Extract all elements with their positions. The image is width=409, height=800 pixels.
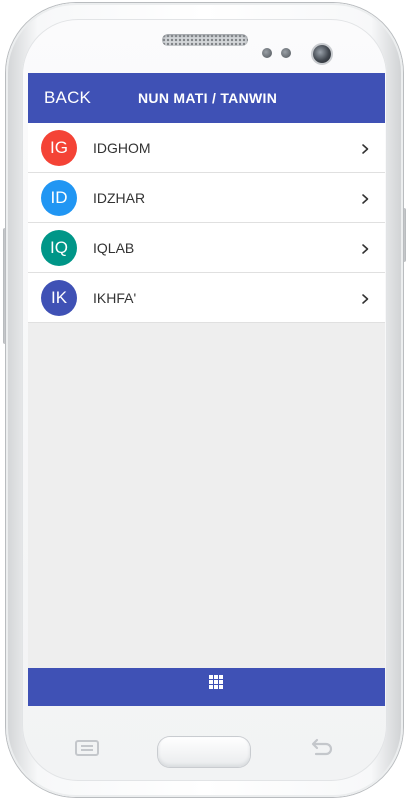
app-bar: BACK NUN MATI / TANWIN — [28, 73, 385, 123]
avatar: IG — [41, 130, 77, 166]
list-item-idzhar[interactable]: ID IDZHAR — [28, 173, 385, 223]
back-key-icon[interactable] — [308, 738, 334, 758]
chevron-right-icon — [362, 144, 369, 154]
menu-key-icon[interactable] — [74, 739, 100, 757]
grid-menu-icon[interactable] — [209, 675, 223, 689]
avatar: IK — [41, 280, 77, 316]
list-item-iqlab[interactable]: IQ IQLAB — [28, 223, 385, 273]
back-button[interactable]: BACK — [44, 88, 91, 108]
chevron-right-icon — [362, 294, 369, 304]
avatar: ID — [41, 180, 77, 216]
light-sensor — [281, 48, 291, 58]
chevron-right-icon — [362, 244, 369, 254]
front-camera-icon — [313, 45, 331, 63]
list-item-idghom[interactable]: IG IDGHOM — [28, 123, 385, 173]
earpiece-speaker — [162, 34, 248, 46]
app-screen: BACK NUN MATI / TANWIN IG IDGHOM ID IDZH… — [28, 73, 385, 706]
list-item-label: IDZHAR — [93, 190, 146, 206]
list-item-label: IDGHOM — [93, 140, 151, 156]
chevron-right-icon — [362, 194, 369, 204]
page-title: NUN MATI / TANWIN — [138, 90, 278, 106]
home-button[interactable] — [158, 737, 250, 767]
avatar: IQ — [41, 230, 77, 266]
proximity-sensor — [262, 48, 272, 58]
lesson-list: IG IDGHOM ID IDZHAR IQ IQLAB IK IKHFA' — [28, 123, 385, 323]
list-item-label: IQLAB — [93, 240, 135, 256]
bottom-bar — [28, 668, 385, 706]
list-item-label: IKHFA' — [93, 290, 137, 306]
list-item-ikhfa[interactable]: IK IKHFA' — [28, 273, 385, 323]
